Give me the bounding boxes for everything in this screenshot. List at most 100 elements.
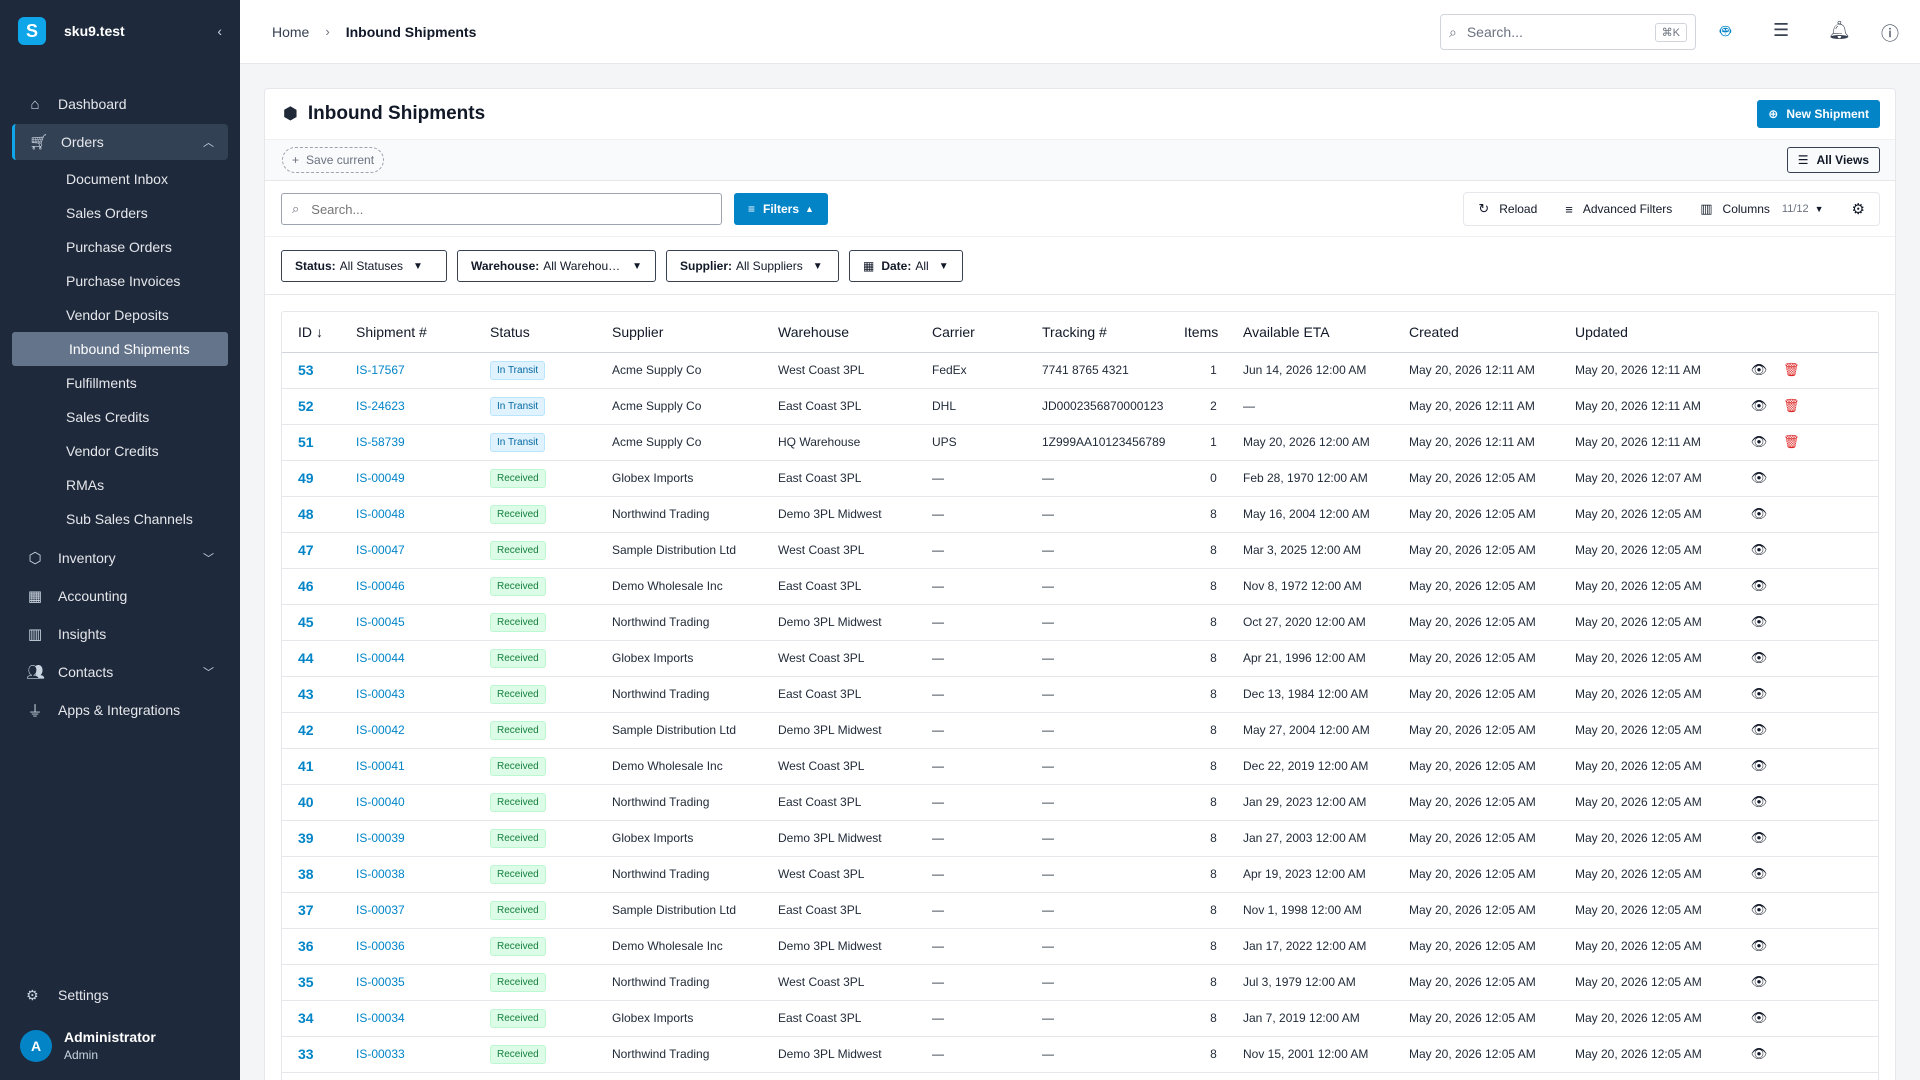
- shipment-number-link[interactable]: IS-58739: [356, 435, 405, 449]
- table-search-field[interactable]: ⌕: [281, 193, 722, 225]
- table-row[interactable]: 41 IS-00041 Received Demo Wholesale Inc West…: [282, 748, 1878, 785]
- column-header-warehouse[interactable]: Warehouse: [778, 312, 932, 353]
- table-row[interactable]: 46 IS-00046 Received Demo Wholesale Inc East…: [282, 568, 1878, 605]
- eye-icon[interactable]: 👁︎: [1751, 434, 1768, 449]
- warehouse-filter-dropdown[interactable]: Warehouse: All Warehouses ▼: [457, 250, 656, 282]
- eye-icon[interactable]: 👁︎: [1751, 686, 1768, 701]
- eye-icon[interactable]: 👁︎: [1751, 506, 1768, 521]
- shipment-id-link[interactable]: 37: [298, 902, 314, 918]
- table-row[interactable]: 43 IS-00043 Received Northwind Trading East …: [282, 676, 1878, 713]
- shipment-number-link[interactable]: IS-17567: [356, 363, 405, 377]
- robot-assistant-icon[interactable]: 🤖︎: [1720, 20, 1731, 45]
- sidebar-item-contacts[interactable]: 👥︎ Contacts ﹀: [12, 654, 228, 690]
- reload-button[interactable]: ↻ Reload: [1464, 193, 1551, 225]
- sidebar-item-inventory[interactable]: ⬡ Inventory ﹀: [12, 540, 228, 576]
- eye-icon[interactable]: 👁︎: [1751, 830, 1768, 845]
- shipment-number-link[interactable]: IS-00036: [356, 939, 405, 953]
- sidebar-subitem-purchase-invoices[interactable]: Purchase Invoices: [12, 264, 228, 298]
- eye-icon[interactable]: 👁︎: [1751, 578, 1768, 593]
- eye-icon[interactable]: 👁︎: [1751, 974, 1768, 989]
- table-settings-button[interactable]: ⚙: [1838, 193, 1879, 225]
- shipment-id-link[interactable]: 46: [298, 578, 314, 594]
- sidebar-subitem-document-inbox[interactable]: Document Inbox: [12, 162, 228, 196]
- eye-icon[interactable]: 👁︎: [1751, 650, 1768, 665]
- eye-icon[interactable]: 👁︎: [1751, 902, 1768, 917]
- column-header-created[interactable]: Created: [1409, 312, 1575, 353]
- shipment-number-link[interactable]: IS-00034: [356, 1011, 405, 1025]
- shipment-id-link[interactable]: 42: [298, 722, 314, 738]
- sidebar-item-dashboard[interactable]: ⌂ Dashboard: [12, 86, 228, 122]
- table-row[interactable]: 45 IS-00045 Received Northwind Trading Demo …: [282, 604, 1878, 641]
- sidebar-item-insights[interactable]: ▥ Insights: [12, 616, 228, 652]
- shipment-number-link[interactable]: IS-00035: [356, 975, 405, 989]
- eye-icon[interactable]: 👁︎: [1751, 542, 1768, 557]
- shipment-id-link[interactable]: 36: [298, 938, 314, 954]
- trash-icon[interactable]: 🗑︎: [1783, 362, 1800, 377]
- column-header-updated[interactable]: Updated: [1575, 312, 1741, 353]
- eye-icon[interactable]: 👁︎: [1751, 1010, 1768, 1025]
- shipment-number-link[interactable]: IS-00038: [356, 867, 405, 881]
- shipment-number-link[interactable]: IS-00049: [356, 471, 405, 485]
- shipment-id-link[interactable]: 45: [298, 614, 314, 630]
- shipment-number-link[interactable]: IS-00047: [356, 543, 405, 557]
- all-views-button[interactable]: ☰ All Views: [1786, 147, 1880, 173]
- bell-icon[interactable]: 🔔︎: [1828, 20, 1851, 41]
- save-current-view-button[interactable]: + Save current: [282, 147, 385, 173]
- eye-icon[interactable]: 👁︎: [1751, 1046, 1768, 1061]
- shipment-id-link[interactable]: 39: [298, 830, 314, 846]
- table-search-input[interactable]: [311, 201, 721, 217]
- shipment-id-link[interactable]: 44: [298, 650, 314, 666]
- sidebar-subitem-vendor-credits[interactable]: Vendor Credits: [12, 434, 228, 468]
- shipment-id-link[interactable]: 40: [298, 794, 314, 810]
- column-header-supplier[interactable]: Supplier: [612, 312, 778, 353]
- table-row[interactable]: 35 IS-00035 Received Northwind Trading West …: [282, 964, 1878, 1001]
- shipment-id-link[interactable]: 47: [298, 542, 314, 558]
- eye-icon[interactable]: 👁︎: [1751, 470, 1768, 485]
- sidebar-subitem-sub-sales-channels[interactable]: Sub Sales Channels: [12, 502, 228, 536]
- shipment-number-link[interactable]: IS-00041: [356, 759, 405, 773]
- table-row[interactable]: 36 IS-00036 Received Demo Wholesale Inc Demo…: [282, 928, 1878, 965]
- global-search-input[interactable]: ⌕ Search... ⌘K: [1440, 14, 1696, 50]
- tasks-icon[interactable]: ☰: [1773, 20, 1789, 41]
- table-row[interactable]: 53 IS-17567 In Transit Acme Supply Co West C…: [282, 352, 1878, 389]
- table-row[interactable]: 39 IS-00039 Received Globex Imports Demo 3PL…: [282, 820, 1878, 857]
- table-row[interactable]: 49 IS-00049 Received Globex Imports East Coa…: [282, 460, 1878, 497]
- collapse-sidebar-icon[interactable]: ‹: [217, 23, 222, 39]
- column-header-id[interactable]: ID ↓: [282, 312, 356, 353]
- help-icon[interactable]: ⓘ: [1881, 20, 1899, 46]
- shipment-id-link[interactable]: 33: [298, 1046, 314, 1062]
- date-filter-dropdown[interactable]: ▦ Date: All ▼: [849, 250, 963, 282]
- shipment-id-link[interactable]: 43: [298, 686, 314, 702]
- column-header-available-eta[interactable]: Available ETA: [1243, 312, 1409, 353]
- sidebar-subitem-fulfillments[interactable]: Fulfillments: [12, 366, 228, 400]
- shipment-id-link[interactable]: 51: [298, 434, 314, 450]
- shipment-id-link[interactable]: 41: [298, 758, 314, 774]
- column-header-status[interactable]: Status: [490, 312, 612, 353]
- eye-icon[interactable]: 👁︎: [1751, 938, 1768, 953]
- table-row[interactable]: 51 IS-58739 In Transit Acme Supply Co HQ War…: [282, 424, 1878, 461]
- shipment-id-link[interactable]: 49: [298, 470, 314, 486]
- sidebar-subitem-purchase-orders[interactable]: Purchase Orders: [12, 230, 228, 264]
- table-row[interactable]: 42 IS-00042 Received Sample Distribution Lt…: [282, 712, 1878, 749]
- table-row[interactable]: 33 IS-00033 Received Northwind Trading Demo …: [282, 1036, 1878, 1073]
- shipment-number-link[interactable]: IS-00044: [356, 651, 405, 665]
- shipment-number-link[interactable]: IS-00037: [356, 903, 405, 917]
- new-shipment-button[interactable]: ⊕ New Shipment: [1757, 100, 1880, 128]
- eye-icon[interactable]: 👁︎: [1751, 614, 1768, 629]
- shipment-number-link[interactable]: IS-00045: [356, 615, 405, 629]
- shipment-number-link[interactable]: IS-00048: [356, 507, 405, 521]
- table-row[interactable]: 47 IS-00047 Received Sample Distribution Lt…: [282, 532, 1878, 569]
- sidebar-subitem-inbound-shipments[interactable]: Inbound Shipments: [12, 332, 228, 366]
- sidebar-item-apps-integrations[interactable]: ⏚ Apps & Integrations: [12, 692, 228, 728]
- shipment-id-link[interactable]: 34: [298, 1010, 314, 1026]
- column-header-items[interactable]: Items: [1184, 312, 1243, 353]
- trash-icon[interactable]: 🗑︎: [1783, 434, 1800, 449]
- table-row[interactable]: 40 IS-00040 Received Northwind Trading East …: [282, 784, 1878, 821]
- table-row[interactable]: 34 IS-00034 Received Globex Imports East Coa…: [282, 1000, 1878, 1037]
- sidebar-item-settings[interactable]: ⚙ Settings: [12, 977, 228, 1013]
- shipment-number-link[interactable]: IS-00042: [356, 723, 405, 737]
- sidebar-item-accounting[interactable]: ▦ Accounting: [12, 578, 228, 614]
- shipment-id-link[interactable]: 38: [298, 866, 314, 882]
- shipment-number-link[interactable]: IS-00046: [356, 579, 405, 593]
- eye-icon[interactable]: 👁︎: [1751, 362, 1768, 377]
